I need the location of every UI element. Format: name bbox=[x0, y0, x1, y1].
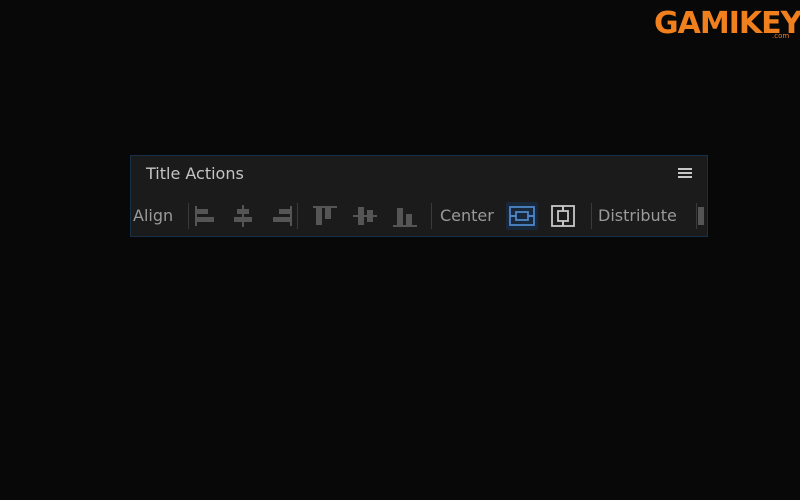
align-left-icon bbox=[195, 206, 214, 226]
align-top-button[interactable] bbox=[309, 202, 341, 230]
distribute-icon bbox=[698, 207, 704, 225]
align-label: Align bbox=[133, 206, 174, 225]
align-vertical-center-button[interactable] bbox=[349, 202, 381, 230]
separator bbox=[297, 203, 298, 229]
separator bbox=[591, 203, 592, 229]
logo-sub: .com bbox=[772, 32, 790, 40]
align-horizontal-center-icon bbox=[234, 205, 252, 227]
align-top-icon bbox=[313, 206, 337, 225]
title-actions-panel: Title Actions Align Center Distribute bbox=[130, 155, 708, 237]
center-label: Center bbox=[440, 206, 494, 225]
align-horizontal-center-button[interactable] bbox=[227, 202, 259, 230]
distribute-label: Distribute bbox=[598, 206, 677, 225]
align-left-button[interactable] bbox=[188, 202, 220, 230]
center-vertical-button[interactable] bbox=[547, 202, 579, 230]
align-vertical-center-icon bbox=[353, 207, 377, 225]
center-vertical-icon bbox=[551, 205, 575, 227]
gamikey-logo: GAMIKEY .com bbox=[650, 4, 800, 42]
panel-header: Title Actions bbox=[131, 156, 707, 194]
separator bbox=[431, 203, 432, 229]
align-right-button[interactable] bbox=[267, 202, 299, 230]
toolbar: Align Center Distribute bbox=[131, 200, 707, 230]
align-bottom-button[interactable] bbox=[389, 202, 421, 230]
hamburger-menu-icon[interactable] bbox=[677, 166, 693, 182]
align-bottom-icon bbox=[393, 208, 417, 227]
center-horizontal-icon bbox=[509, 206, 535, 226]
app-screen: GAMIKEY .com Title Actions Align Center … bbox=[0, 0, 800, 500]
align-right-icon bbox=[273, 206, 292, 226]
distribute-button[interactable] bbox=[697, 202, 707, 230]
panel-title: Title Actions bbox=[146, 164, 244, 183]
center-horizontal-button[interactable] bbox=[506, 202, 538, 230]
